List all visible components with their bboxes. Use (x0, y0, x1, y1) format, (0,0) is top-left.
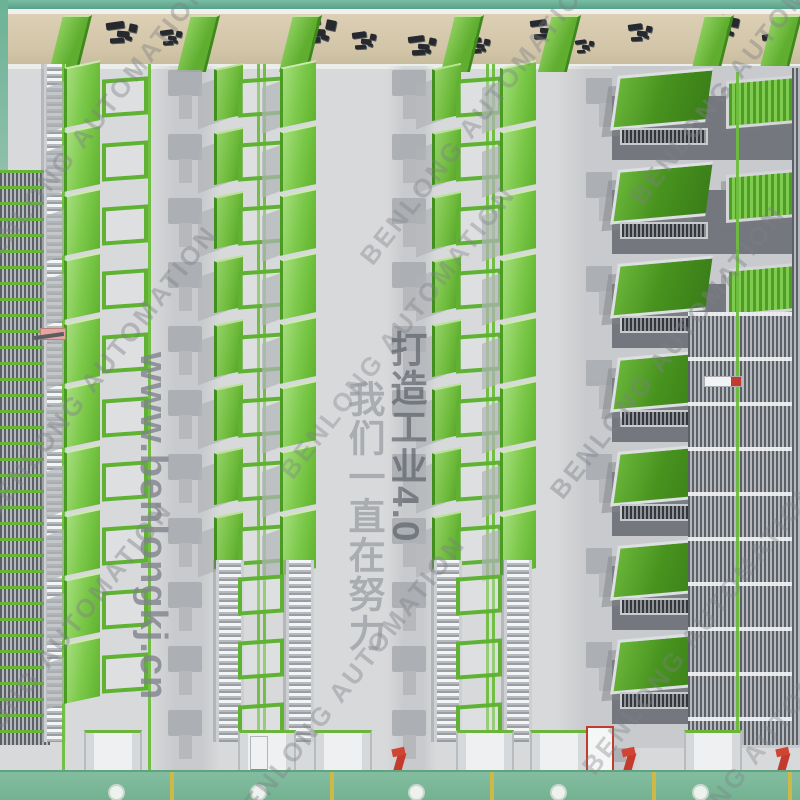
green-rack-frame (102, 140, 148, 181)
green-mesh-panel (64, 60, 100, 128)
green-rack-frame (456, 638, 502, 679)
walkway-yellow-tick (330, 772, 334, 800)
right-edge-rack (792, 68, 800, 745)
green-rack-frame (102, 588, 148, 629)
leaning-panel (538, 15, 581, 72)
green-rack-frame (102, 396, 148, 437)
green-mesh-panel (280, 380, 316, 448)
leaning-panel (691, 15, 734, 72)
stacker-crane-unit (704, 376, 742, 387)
rack-floor-shadow (168, 262, 202, 288)
walkway-circle-marker (550, 784, 567, 800)
bottom-walkway (0, 770, 800, 800)
green-rack-frame (238, 638, 284, 679)
rack-floor-shadow (168, 390, 202, 416)
green-mesh-panel (64, 636, 100, 704)
rack-floor-shadow (168, 518, 202, 544)
vertical-green-rail (148, 64, 151, 800)
green-rack-frame (102, 76, 148, 117)
green-mesh-panel (64, 380, 100, 448)
green-mesh-panel (64, 316, 100, 384)
green-mesh-panel (500, 316, 536, 384)
walkway-circle-marker (250, 784, 267, 800)
walkway-circle-marker (408, 784, 425, 800)
large-green-panel (610, 68, 713, 131)
conveyor-track (286, 560, 314, 742)
conveyor-track (504, 560, 532, 742)
green-mesh-panel (280, 124, 316, 192)
green-mesh-panel (64, 444, 100, 512)
dense-rack-green-shelves (0, 170, 50, 745)
walkway-circle-marker (692, 784, 709, 800)
factory-3d-render: BENLONG AUTOMATIONBENLONG AUTOMATIONBENL… (0, 0, 800, 800)
green-mesh-panel (64, 188, 100, 256)
green-mesh-panel (280, 60, 316, 128)
green-rack-frame (102, 268, 148, 309)
large-green-panel (610, 256, 713, 319)
green-mesh-panel (280, 252, 316, 320)
green-rack-frame (102, 332, 148, 373)
rack-floor-shadow (392, 582, 426, 608)
walkway-circle-marker (108, 784, 125, 800)
green-mesh-panel (500, 252, 536, 320)
rack-floor-shadow (168, 70, 202, 96)
leaning-panel (441, 15, 484, 72)
green-mesh-panel (280, 316, 316, 384)
walkway-yellow-tick (490, 772, 494, 800)
rack-floor-shadow (168, 454, 202, 480)
leaning-panel (177, 15, 220, 72)
large-green-panel (610, 162, 713, 225)
green-mesh-panel (64, 124, 100, 192)
green-rack-frame (102, 652, 148, 693)
green-mesh-panel (500, 60, 536, 128)
green-mesh-panel (64, 508, 100, 576)
rack-floor-shadow (168, 582, 202, 608)
walkway-yellow-tick (170, 772, 174, 800)
rack-floor-shadow (168, 134, 202, 160)
walkway-yellow-tick (652, 772, 656, 800)
rack-floor-shadow (168, 646, 202, 672)
green-mesh-panel (64, 572, 100, 640)
green-mesh-panel (280, 444, 316, 512)
green-rack-frame (102, 204, 148, 245)
green-rack-frame (456, 574, 502, 615)
green-mesh-panel (500, 124, 536, 192)
leaning-panel (759, 15, 800, 72)
green-mesh-panel (64, 252, 100, 320)
rack-floor-shadow (168, 710, 202, 736)
green-mesh-panel (500, 444, 536, 512)
green-rack-frame (102, 524, 148, 565)
rack-floor-shadow (392, 710, 426, 736)
green-mesh-panel (500, 188, 536, 256)
rack-shelf-slats (620, 128, 708, 145)
vertical-green-rail (736, 72, 739, 800)
rack-floor-shadow (168, 326, 202, 352)
green-rack-frame (238, 574, 284, 615)
rack-shelf-slats (620, 222, 708, 239)
rack-floor-shadow (168, 198, 202, 224)
green-mesh-panel (280, 188, 316, 256)
green-mesh-panel (500, 380, 536, 448)
green-rack-frame (102, 460, 148, 501)
rack-floor-shadow (392, 646, 426, 672)
walkway-yellow-tick (788, 772, 792, 800)
scene-layer (0, 0, 800, 800)
walkway-markers (0, 772, 800, 800)
